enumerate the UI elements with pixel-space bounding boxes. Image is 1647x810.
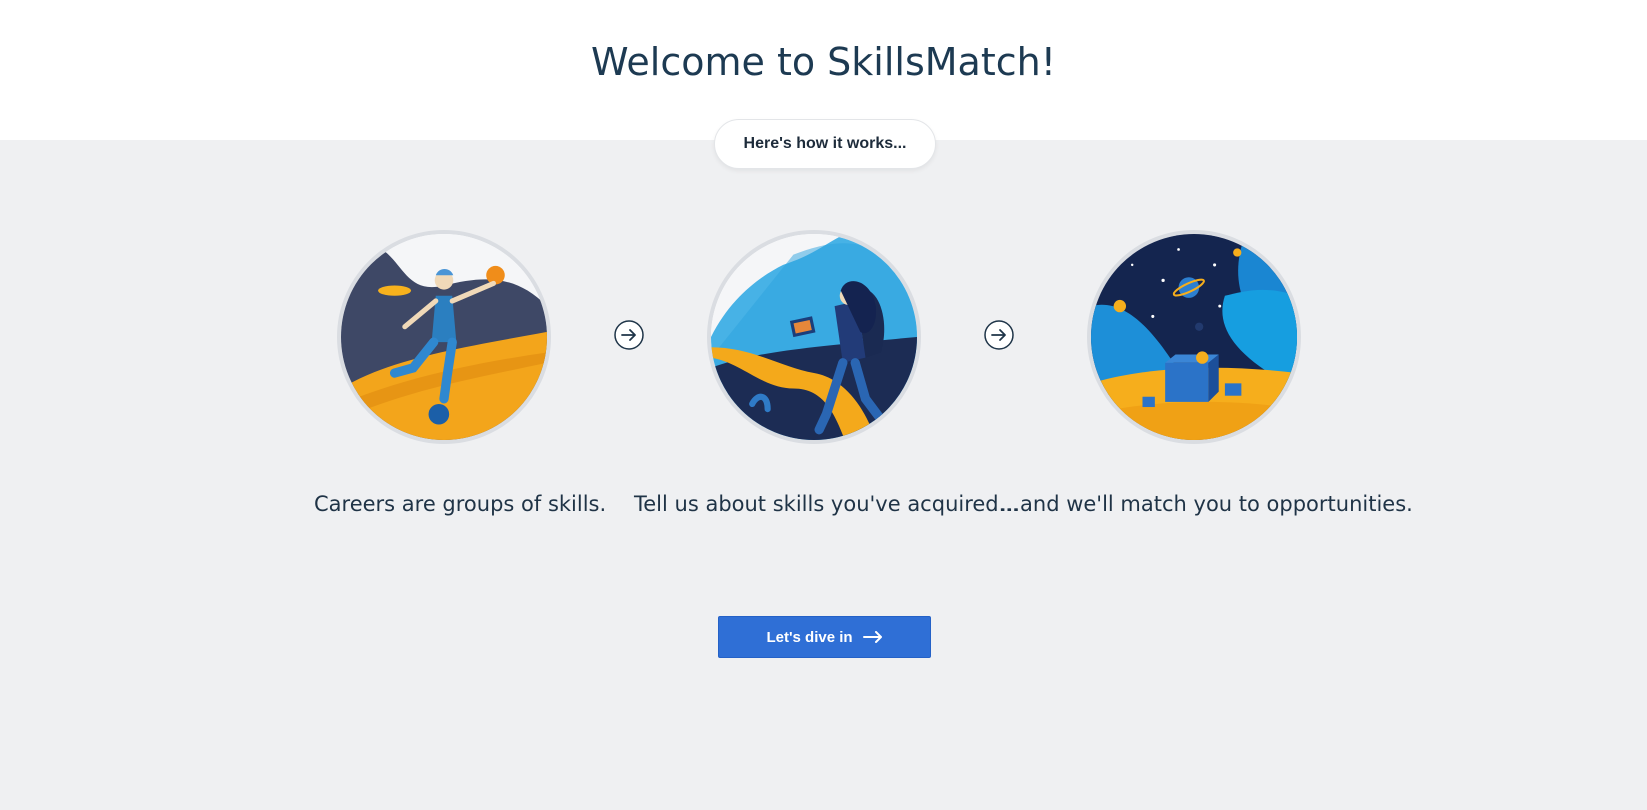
space-boxes-illustration [1087,230,1301,444]
arrow-right-icon [862,631,882,643]
walker-illustration [707,230,921,444]
lets-dive-in-button[interactable]: Let's dive in [718,616,931,658]
arrow-right-circle-icon [984,320,1014,350]
how-it-works-pill: Here's how it works... [714,119,936,169]
step-3-caption: ...and we'll match you to opportunities. [1000,492,1413,516]
page-title: Welcome to SkillsMatch! [591,40,1056,84]
step-2-caption: Tell us about skills you've acquired... [634,492,1019,516]
arrow-right-circle-icon [614,320,644,350]
step-1-caption: Careers are groups of skills. [314,492,607,516]
cta-label: Let's dive in [766,628,853,646]
juggler-illustration [337,230,551,444]
